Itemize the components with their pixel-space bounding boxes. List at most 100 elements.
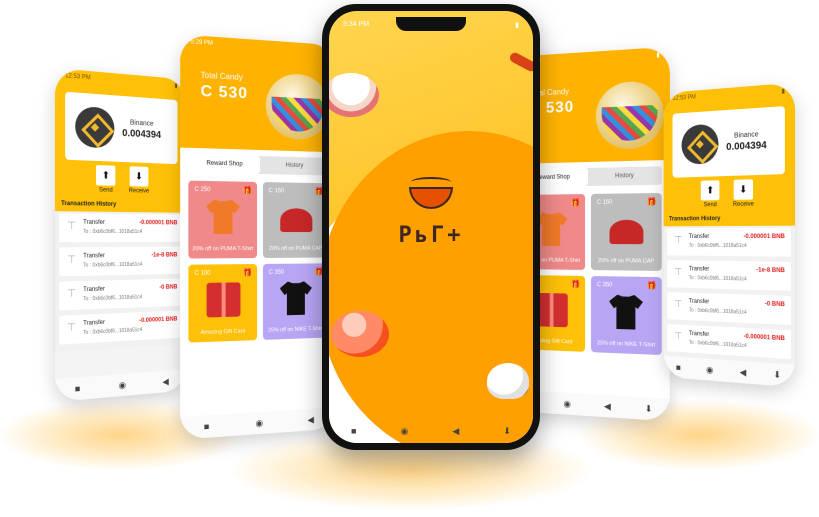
receive-button[interactable]: ⬇ Receive [129, 166, 149, 194]
transfer-icon: ⊤ [674, 331, 682, 342]
transfer-icon: ⊤ [67, 221, 76, 232]
cap-icon [280, 208, 312, 232]
balance-block: Binance 0.004394 [114, 118, 168, 141]
balance-block: Binance 0.004394 [718, 130, 774, 153]
tab-history[interactable]: History [260, 156, 328, 176]
list-item[interactable]: ⊤ Transfer To : 0xb6c0bf6...1018a51c4 -0.00… [59, 310, 183, 344]
battery-icon: ▮ [782, 88, 785, 94]
tshirt-icon [206, 199, 240, 234]
menu-down-icon[interactable]: ⬇ [503, 426, 511, 437]
tx-amount: -0.000001 BNB [139, 220, 177, 226]
item-desc: 20% off on PUMA T-Shirt [188, 246, 257, 252]
receive-button[interactable]: ⬇ Receive [733, 179, 754, 208]
status-time: 12:53 PM [673, 94, 696, 102]
recent-apps-icon[interactable]: ■ [351, 426, 356, 437]
list-item[interactable]: ⊤ Transfer To : 0xb6c0bf6...1018a51c4 -0.00… [667, 324, 791, 359]
tshirt-icon [280, 281, 312, 315]
back-icon[interactable]: ◀ [307, 414, 313, 425]
battery-icon: ▮ [515, 21, 519, 29]
home-icon[interactable]: ◉ [401, 426, 409, 437]
list-item[interactable]: ⊤ Transfer To : 0xb6c0bf6...1018a51c4 -1e-8… [667, 260, 791, 291]
list-item[interactable]: ⊤ Transfer To : 0xb6c0bf6...1018a51c4 -0 BN… [59, 279, 183, 311]
send-icon: ⬆ [701, 180, 720, 200]
gift-icon: 🎁 [242, 186, 252, 195]
tx-list: ⊤ Transfer To : 0xb6c0bf6...1018a51c4 -0.00… [664, 226, 795, 367]
status-time: 5:34 PM [343, 21, 369, 29]
status-bar: 12:53 PM ▮ [664, 83, 795, 107]
home-icon[interactable]: ◉ [119, 379, 126, 391]
transfer-icon: ⊤ [674, 299, 682, 310]
gift-icon: 🎁 [646, 281, 656, 290]
tab-history[interactable]: History [588, 166, 662, 186]
send-button[interactable]: ⬆ Send [701, 180, 720, 208]
menu-down-icon[interactable]: ⬇ [773, 369, 781, 381]
recent-apps-icon[interactable]: ■ [676, 362, 681, 372]
battery-icon: ▮ [656, 51, 659, 57]
tx-to: To : 0xb6c0bf6...1018a51c4 [689, 243, 785, 250]
battery-icon: ▮ [174, 82, 177, 88]
tx-to: To : 0xb6c0bf6...1018a51c4 [83, 293, 177, 302]
home-icon[interactable]: ◉ [255, 417, 263, 429]
sushi-image [331, 311, 389, 357]
total-candy-label: Total Candy [201, 71, 243, 83]
home-icon[interactable]: ◉ [706, 364, 713, 375]
back-icon[interactable]: ◀ [452, 426, 459, 437]
balance-card: Binance 0.004394 [673, 106, 785, 178]
splash-screen: 5:34 PM ▮ PьГ+ ■ ◉ ◀ ⬇ [329, 11, 533, 443]
send-icon: ⬆ [96, 165, 115, 186]
coin-name: Binance [718, 130, 774, 140]
tx-list: ⊤ Transfer To : 0xb6c0bf6...1018a51c4 -0.00… [55, 211, 186, 352]
list-item[interactable]: ⊤ Transfer To : 0xb6c0bf6...1018a51c4 -0.00… [667, 228, 791, 257]
item-desc: 20% off on PUMA CAP [591, 258, 662, 265]
candy-jar-image [596, 80, 664, 150]
status-bar: 12:53 PM ▮ [55, 68, 186, 93]
reward-grid: C 250 🎁 20% off on PUMA T-Shirt C 150🎁20% … [188, 181, 328, 343]
shop-tabs: Reward Shop History [188, 154, 328, 176]
back-icon[interactable]: ◀ [740, 366, 747, 378]
send-label: Send [704, 202, 717, 208]
send-label: Send [99, 187, 113, 193]
brand-logo-text: PьГ+ [329, 223, 533, 248]
wallet-actions: ⬆ Send ⬇ Receive [55, 163, 186, 195]
back-icon[interactable]: ◀ [162, 376, 168, 387]
tx-to: To : 0xb6c0bf6...1018a51c4 [83, 229, 177, 235]
recent-apps-icon[interactable]: ■ [75, 383, 80, 394]
reward-item[interactable]: C 250 🎁 20% off on PUMA T-Shirt [188, 181, 257, 259]
list-item[interactable]: ⊤ Transfer To : 0xb6c0bf6...1018a51c4 -0.00… [59, 213, 183, 242]
wallet-phone-right: 12:53 PM ▮ Binance 0.004394 ⬆ Send ⬇ Receiv… [664, 83, 795, 388]
item-price: C 350 [597, 282, 613, 288]
candy-jar-image [266, 72, 330, 140]
recent-apps-icon[interactable]: ■ [204, 421, 209, 432]
status-bar: 5:34 PM ▮ [343, 21, 519, 29]
tx-amount: -1e-8 BNB [151, 252, 177, 258]
item-price: C 250 [194, 187, 210, 193]
tx-amount: -0.000001 BNB [744, 334, 785, 342]
send-button[interactable]: ⬆ Send [96, 165, 115, 194]
home-icon[interactable]: ◉ [563, 398, 571, 409]
reward-item[interactable]: C 150 🎁 20% off on PUMA CAP [591, 193, 662, 271]
balance-card: Binance 0.004394 [65, 92, 177, 165]
transfer-icon: ⊤ [67, 288, 76, 300]
balance-amount: 0.004394 [114, 128, 168, 142]
reward-item[interactable]: C 150 🎁 20% off on PUMA CAP [263, 182, 328, 258]
gift-icon: 🎁 [571, 280, 581, 289]
reward-item[interactable]: C 100 🎁 Amazing Gift Card [188, 264, 257, 343]
tshirt-icon [609, 294, 643, 329]
android-nav-bar: ■ ◉ ◀ [55, 369, 186, 402]
binance-icon [75, 106, 114, 149]
gift-icon: 🎁 [646, 197, 656, 206]
reward-item[interactable]: C 350 🎁 25% off on NIKE T-Shirt [263, 263, 328, 340]
status-time: 12:53 PM [65, 73, 91, 81]
menu-down-icon[interactable]: ⬇ [645, 403, 653, 415]
item-price: C 100 [194, 271, 210, 277]
list-item[interactable]: ⊤ Transfer To : 0xb6c0bf6...1018a51c4 -1e-8… [59, 247, 183, 277]
candy-phone-left: 5:29 PM▮ Total Candy C 530 Reward Shop H… [180, 34, 335, 439]
tab-reward-shop[interactable]: Reward Shop [188, 154, 260, 174]
wallet-header: 12:53 PM ▮ Binance 0.004394 ⬆ Send ⬇ Receiv… [55, 68, 186, 197]
list-item[interactable]: ⊤ Transfer To : 0xb6c0bf6...1018a51c4 -0 BN… [667, 292, 791, 325]
back-icon[interactable]: ◀ [604, 400, 611, 411]
reward-item[interactable]: C 350 🎁 25% off on NIKE T-Shirt [591, 276, 662, 355]
wallet-actions: ⬆ Send ⬇ Receive [664, 178, 795, 209]
item-price: C 150 [597, 200, 613, 206]
wallet-header: 12:53 PM ▮ Binance 0.004394 ⬆ Send ⬇ Receiv… [664, 83, 795, 211]
